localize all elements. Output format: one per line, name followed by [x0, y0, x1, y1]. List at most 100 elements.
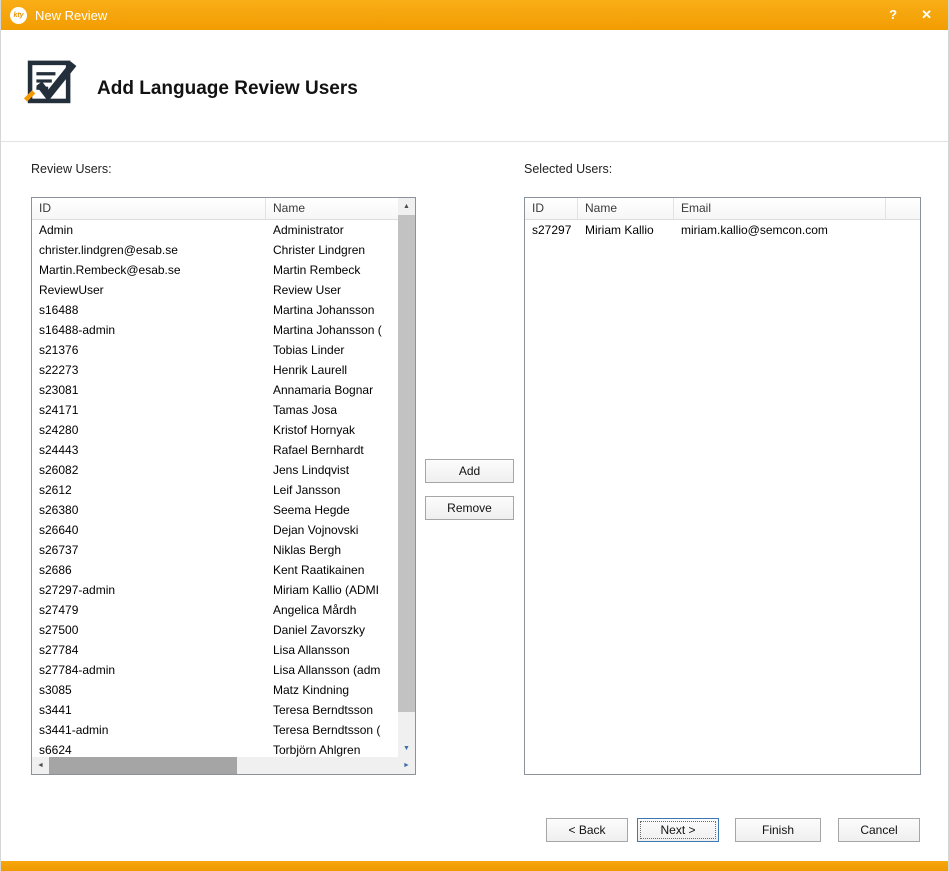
review-users-label: Review Users:: [31, 162, 112, 176]
cell-id: s21376: [32, 340, 266, 360]
cell-name: Torbjörn Ahlgren: [266, 740, 398, 757]
cell-id: s24171: [32, 400, 266, 420]
checklist-icon: [21, 52, 79, 110]
review-user-row[interactable]: s16488-admin Martina Johansson (: [32, 320, 398, 340]
cell-id: s27479: [32, 600, 266, 620]
review-user-row[interactable]: s26640 Dejan Vojnovski: [32, 520, 398, 540]
app-logo-text: kty: [13, 12, 23, 19]
review-user-row[interactable]: s27500 Daniel Zavorszky: [32, 620, 398, 640]
review-user-row[interactable]: Admin Administrator: [32, 220, 398, 240]
review-user-row[interactable]: s3441-admin Teresa Berndtsson (: [32, 720, 398, 740]
finish-button[interactable]: Finish: [735, 818, 821, 842]
scroll-down-icon[interactable]: ▼: [398, 740, 415, 757]
selected-users-label: Selected Users:: [524, 162, 612, 176]
scroll-up-icon[interactable]: ▲: [398, 198, 415, 215]
review-user-row[interactable]: s2686 Kent Raatikainen: [32, 560, 398, 580]
next-button[interactable]: Next >: [637, 818, 719, 842]
review-users-header: ID Name: [32, 198, 398, 220]
review-user-row[interactable]: s21376 Tobias Linder: [32, 340, 398, 360]
add-button[interactable]: Add: [425, 459, 514, 483]
review-user-row[interactable]: s27784 Lisa Allansson: [32, 640, 398, 660]
review-user-row[interactable]: s16488 Martina Johansson: [32, 300, 398, 320]
column-header-name[interactable]: Name: [578, 198, 674, 219]
cell-id: s3441: [32, 700, 266, 720]
cell-name: Martina Johansson (: [266, 320, 398, 340]
review-user-row[interactable]: s3085 Matz Kindning: [32, 680, 398, 700]
cell-name: Seema Hegde: [266, 500, 398, 520]
selected-users-header: ID Name Email: [525, 198, 920, 220]
cell-name: Teresa Berndtsson: [266, 700, 398, 720]
help-button[interactable]: ?: [889, 0, 897, 30]
review-users-list[interactable]: ID Name Admin Administrator christer.lin…: [31, 197, 416, 775]
cell-id: s23081: [32, 380, 266, 400]
review-user-row[interactable]: s6624 Torbjörn Ahlgren: [32, 740, 398, 757]
cell-name: Niklas Bergh: [266, 540, 398, 560]
back-button[interactable]: < Back: [546, 818, 628, 842]
cell-name: Lisa Allansson: [266, 640, 398, 660]
review-user-row[interactable]: s3441 Teresa Berndtsson: [32, 700, 398, 720]
selected-users-rows: s27297 Miriam Kallio miriam.kallio@semco…: [525, 220, 920, 774]
cell-name: Daniel Zavorszky: [266, 620, 398, 640]
cell-id: s26082: [32, 460, 266, 480]
column-header-email[interactable]: Email: [674, 198, 886, 219]
review-user-row[interactable]: s27479 Angelica Mårdh: [32, 600, 398, 620]
cell-id: s24280: [32, 420, 266, 440]
vertical-scrollbar[interactable]: ▲ ▼: [398, 198, 415, 757]
scroll-right-icon[interactable]: ►: [398, 757, 415, 774]
cell-email: miriam.kallio@semcon.com: [674, 220, 920, 240]
dialog-new-review: kty New Review ? ✕ Add Language Review U…: [0, 0, 949, 871]
vertical-scrollbar-thumb[interactable]: [398, 215, 415, 712]
horizontal-scrollbar[interactable]: ◄ ►: [32, 757, 415, 774]
review-user-row[interactable]: s26380 Seema Hegde: [32, 500, 398, 520]
cell-name: Tamas Josa: [266, 400, 398, 420]
review-user-row[interactable]: s27784-admin Lisa Allansson (adm: [32, 660, 398, 680]
column-header-blank: [886, 198, 920, 219]
cell-id: s22273: [32, 360, 266, 380]
cell-id: s16488: [32, 300, 266, 320]
remove-button[interactable]: Remove: [425, 496, 514, 520]
review-user-row[interactable]: s23081 Annamaria Bognar: [32, 380, 398, 400]
scroll-left-icon[interactable]: ◄: [32, 757, 49, 774]
cell-name: Kent Raatikainen: [266, 560, 398, 580]
review-user-row[interactable]: s26737 Niklas Bergh: [32, 540, 398, 560]
cell-id: ReviewUser: [32, 280, 266, 300]
column-header-id[interactable]: ID: [525, 198, 578, 219]
column-header-name[interactable]: Name: [266, 198, 398, 219]
cell-id: christer.lindgren@esab.se: [32, 240, 266, 260]
cancel-button[interactable]: Cancel: [838, 818, 920, 842]
cell-id: s26640: [32, 520, 266, 540]
cell-name: Lisa Allansson (adm: [266, 660, 398, 680]
cell-name: Dejan Vojnovski: [266, 520, 398, 540]
titlebar-buttons: ? ✕: [889, 0, 932, 30]
horizontal-scrollbar-thumb[interactable]: [49, 757, 237, 774]
review-user-row[interactable]: ReviewUser Review User: [32, 280, 398, 300]
cell-id: Martin.Rembeck@esab.se: [32, 260, 266, 280]
cell-name: Annamaria Bognar: [266, 380, 398, 400]
cell-name: Kristof Hornyak: [266, 420, 398, 440]
bottom-accent-bar: [1, 861, 948, 871]
page-title: Add Language Review Users: [97, 78, 358, 100]
selected-user-row[interactable]: s27297 Miriam Kallio miriam.kallio@semco…: [525, 220, 920, 240]
cell-id: s3441-admin: [32, 720, 266, 740]
review-user-row[interactable]: christer.lindgren@esab.se Christer Lindg…: [32, 240, 398, 260]
cell-name: Martin Rembeck: [266, 260, 398, 280]
close-button[interactable]: ✕: [921, 0, 932, 30]
column-header-id[interactable]: ID: [32, 198, 266, 219]
header-separator: [1, 141, 948, 142]
cell-id: s2612: [32, 480, 266, 500]
cell-id: s27297-admin: [32, 580, 266, 600]
cell-name: Tobias Linder: [266, 340, 398, 360]
review-user-row[interactable]: Martin.Rembeck@esab.se Martin Rembeck: [32, 260, 398, 280]
review-user-row[interactable]: s22273 Henrik Laurell: [32, 360, 398, 380]
cell-id: s27784-admin: [32, 660, 266, 680]
titlebar[interactable]: kty New Review ? ✕: [1, 0, 948, 30]
cell-id: s26737: [32, 540, 266, 560]
review-user-row[interactable]: s24280 Kristof Hornyak: [32, 420, 398, 440]
cell-name: Review User: [266, 280, 398, 300]
review-user-row[interactable]: s27297-admin Miriam Kallio (ADMI: [32, 580, 398, 600]
review-user-row[interactable]: s26082 Jens Lindqvist: [32, 460, 398, 480]
review-user-row[interactable]: s24171 Tamas Josa: [32, 400, 398, 420]
review-user-row[interactable]: s2612 Leif Jansson: [32, 480, 398, 500]
selected-users-list[interactable]: ID Name Email s27297 Miriam Kallio miria…: [524, 197, 921, 775]
review-user-row[interactable]: s24443 Rafael Bernhardt: [32, 440, 398, 460]
